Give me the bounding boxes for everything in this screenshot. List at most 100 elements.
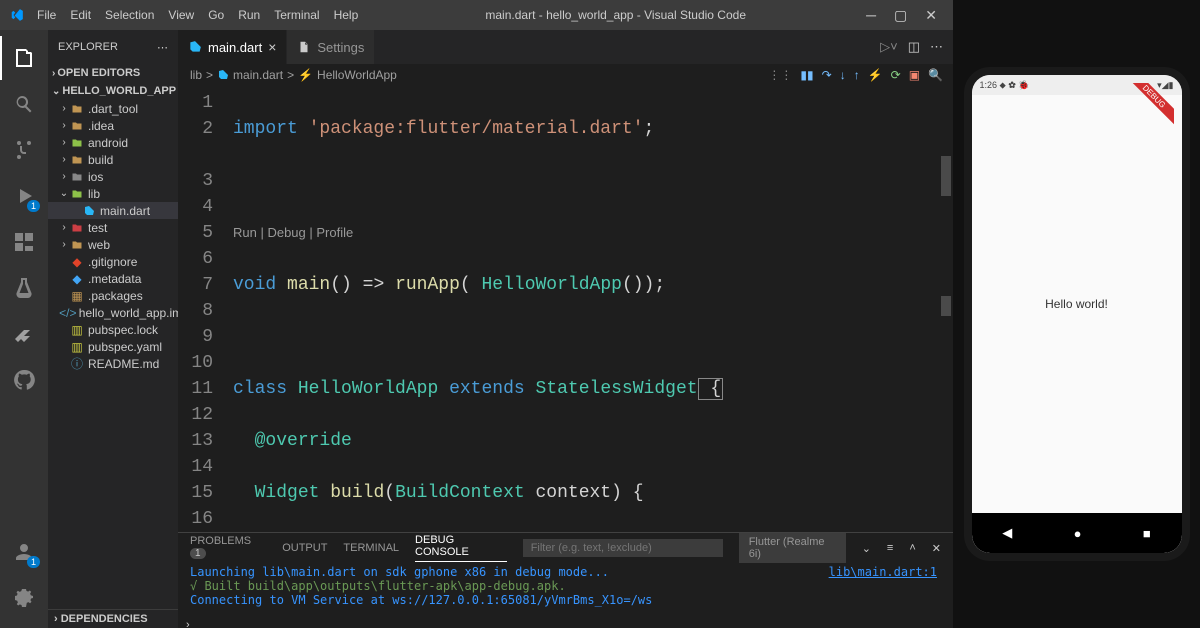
phone-time: 1:26 ⬥ ✿ 🐞	[980, 80, 1030, 91]
dart-icon	[217, 69, 229, 81]
activity-flutter-icon[interactable]	[0, 312, 48, 356]
panel-chevron-icon[interactable]: ⌄	[862, 542, 871, 555]
activity-run-debug-icon[interactable]: 1	[0, 174, 48, 218]
sidebar-title: EXPLORER	[58, 41, 118, 53]
tree-item-test[interactable]: ›test	[48, 219, 178, 236]
panel-collapse-icon[interactable]: ˄	[909, 542, 915, 554]
debug-source-link[interactable]: lib\main.dart:1	[829, 565, 937, 579]
debug-badge: 1	[27, 200, 40, 212]
nav-recent-icon[interactable]: ■	[1143, 526, 1151, 541]
window-close-icon[interactable]: ✕	[925, 7, 937, 24]
tree-item-main-dart[interactable]: main.dart	[48, 202, 178, 219]
code-content[interactable]: import 'package:flutter/material.dart'; …	[233, 86, 953, 532]
vscode-logo-icon	[10, 8, 24, 22]
restart-icon[interactable]: ⟳	[891, 68, 901, 82]
tab-settings[interactable]: Settings	[287, 30, 375, 64]
menu-edit[interactable]: Edit	[63, 8, 98, 22]
tree-item-pubspec-lock[interactable]: ▥pubspec.lock	[48, 321, 178, 338]
tree-item-ios[interactable]: ›ios	[48, 168, 178, 185]
tree-item-web[interactable]: ›web	[48, 236, 178, 253]
editor-scrollbar-thumb[interactable]	[941, 156, 951, 196]
panel-tab-output[interactable]: OUTPUT	[282, 542, 327, 554]
more-actions-icon[interactable]: ⋯	[930, 39, 943, 55]
step-into-icon[interactable]: ↓	[840, 68, 846, 82]
activity-extensions-icon[interactable]	[0, 220, 48, 264]
menu-selection[interactable]: Selection	[98, 8, 161, 22]
activity-testing-icon[interactable]	[0, 266, 48, 310]
tree-item--idea[interactable]: ›.idea	[48, 117, 178, 134]
code-editor[interactable]: 12 345678910111213141516 import 'package…	[178, 86, 953, 532]
activity-search-icon[interactable]	[0, 82, 48, 126]
drag-handle-icon[interactable]: ⋮⋮	[768, 68, 792, 82]
nav-home-icon[interactable]: ●	[1074, 526, 1082, 541]
breadcrumb-file[interactable]: main.dart	[233, 68, 283, 82]
menu-run[interactable]: Run	[231, 8, 267, 22]
step-out-icon[interactable]: ↑	[854, 68, 860, 82]
nav-back-icon[interactable]: ◀	[1002, 525, 1012, 541]
menu-terminal[interactable]: Terminal	[267, 8, 326, 22]
file-icon	[297, 40, 311, 54]
debug-console-output[interactable]: Launching lib\main.dart on sdk gphone x8…	[178, 563, 953, 622]
project-section[interactable]: HELLO_WORLD_APP	[62, 85, 176, 97]
device-selector[interactable]: Flutter (Realme 6i)	[739, 533, 846, 563]
panel-close-icon[interactable]: ✕	[932, 542, 941, 555]
phone-status-icons: ▾◢▮	[1157, 80, 1173, 91]
dependencies-section[interactable]: DEPENDENCIES	[61, 613, 148, 625]
breadcrumb-class[interactable]: HelloWorldApp	[317, 68, 397, 82]
tree-item--dart-tool[interactable]: ›.dart_tool	[48, 100, 178, 117]
step-over-icon[interactable]: ↷	[822, 68, 832, 82]
window-maximize-icon[interactable]: ▢	[894, 7, 907, 24]
breadcrumb-lib[interactable]: lib	[190, 68, 202, 82]
tree-item--packages[interactable]: ▦.packages	[48, 287, 178, 304]
activity-accounts-icon[interactable]: 1	[0, 530, 48, 574]
activity-github-icon[interactable]	[0, 358, 48, 402]
phone-status-bar: 1:26 ⬥ ✿ 🐞 ▾◢▮	[972, 75, 1182, 95]
activity-explorer-icon[interactable]	[0, 36, 48, 80]
run-dropdown-icon[interactable]: ▷˅	[880, 39, 898, 55]
menu-view[interactable]: View	[161, 8, 201, 22]
codelens-run-debug[interactable]: Run | Debug | Profile	[233, 220, 953, 246]
tab-main-dart[interactable]: main.dart ×	[178, 30, 287, 64]
stop-icon[interactable]: ▣	[909, 68, 920, 82]
breadcrumb[interactable]: lib > main.dart > ⚡ HelloWorldApp ⋮⋮ ▮▮ …	[178, 64, 953, 86]
breadcrumb-sep: >	[287, 68, 294, 82]
window-minimize-icon[interactable]: ─	[866, 7, 876, 24]
dart-icon	[188, 40, 202, 54]
devtools-icon[interactable]: 🔍	[928, 68, 943, 82]
menu-file[interactable]: File	[30, 8, 63, 22]
hot-reload-icon[interactable]: ⚡	[868, 68, 883, 82]
bottom-panel: PROBLEMS 1 OUTPUT TERMINAL DEBUG CONSOLE…	[178, 532, 953, 622]
phone-app-body: Hello world!	[972, 95, 1182, 513]
activity-settings-icon[interactable]	[0, 576, 48, 620]
debug-toolbar: ⋮⋮ ▮▮ ↷ ↓ ↑ ⚡ ⟳ ▣ 🔍	[768, 68, 953, 82]
tree-item-android[interactable]: ›android	[48, 134, 178, 151]
phone-nav-bar: ◀ ● ■	[972, 513, 1182, 553]
account-badge: 1	[27, 556, 40, 568]
emulator-panel: 1:26 ⬥ ✿ 🐞 ▾◢▮ DEBUG Hello world! ◀ ● ■	[953, 0, 1200, 628]
tree-item-lib[interactable]: ⌄lib	[48, 185, 178, 202]
menu-go[interactable]: Go	[201, 8, 231, 22]
tree-item--metadata[interactable]: ◆.metadata	[48, 270, 178, 287]
open-editors-section[interactable]: OPEN EDITORS	[57, 67, 140, 79]
panel-clear-icon[interactable]: ≡	[887, 542, 893, 554]
line-numbers: 12 345678910111213141516	[178, 86, 233, 532]
tree-item-pubspec-yaml[interactable]: ▥pubspec.yaml	[48, 338, 178, 355]
menu-help[interactable]: Help	[327, 8, 366, 22]
phone-device: 1:26 ⬥ ✿ 🐞 ▾◢▮ DEBUG Hello world! ◀ ● ■	[964, 67, 1190, 561]
activity-source-control-icon[interactable]	[0, 128, 48, 172]
split-editor-icon[interactable]: ◫	[908, 39, 920, 55]
sidebar: EXPLORER ⋯ ›OPEN EDITORS ⌄HELLO_WORLD_AP…	[48, 30, 178, 628]
tree-item-readme-md[interactable]: ⓘREADME.md	[48, 355, 178, 372]
tree-item--gitignore[interactable]: ◆.gitignore	[48, 253, 178, 270]
panel-tab-terminal[interactable]: TERMINAL	[343, 542, 399, 554]
sidebar-more-icon[interactable]: ⋯	[157, 41, 168, 54]
panel-tab-problems[interactable]: PROBLEMS 1	[190, 535, 266, 561]
editor-scrollbar-thumb[interactable]	[941, 296, 951, 316]
panel-filter-input[interactable]	[523, 539, 723, 557]
tree-item-hello-world-app-iml[interactable]: </>hello_world_app.iml	[48, 304, 178, 321]
tab-close-icon[interactable]: ×	[268, 39, 276, 55]
pause-icon[interactable]: ▮▮	[800, 68, 813, 82]
panel-tab-debug-console[interactable]: DEBUG CONSOLE	[415, 534, 507, 562]
tree-item-build[interactable]: ›build	[48, 151, 178, 168]
window-title: main.dart - hello_world_app - Visual Stu…	[365, 8, 866, 22]
